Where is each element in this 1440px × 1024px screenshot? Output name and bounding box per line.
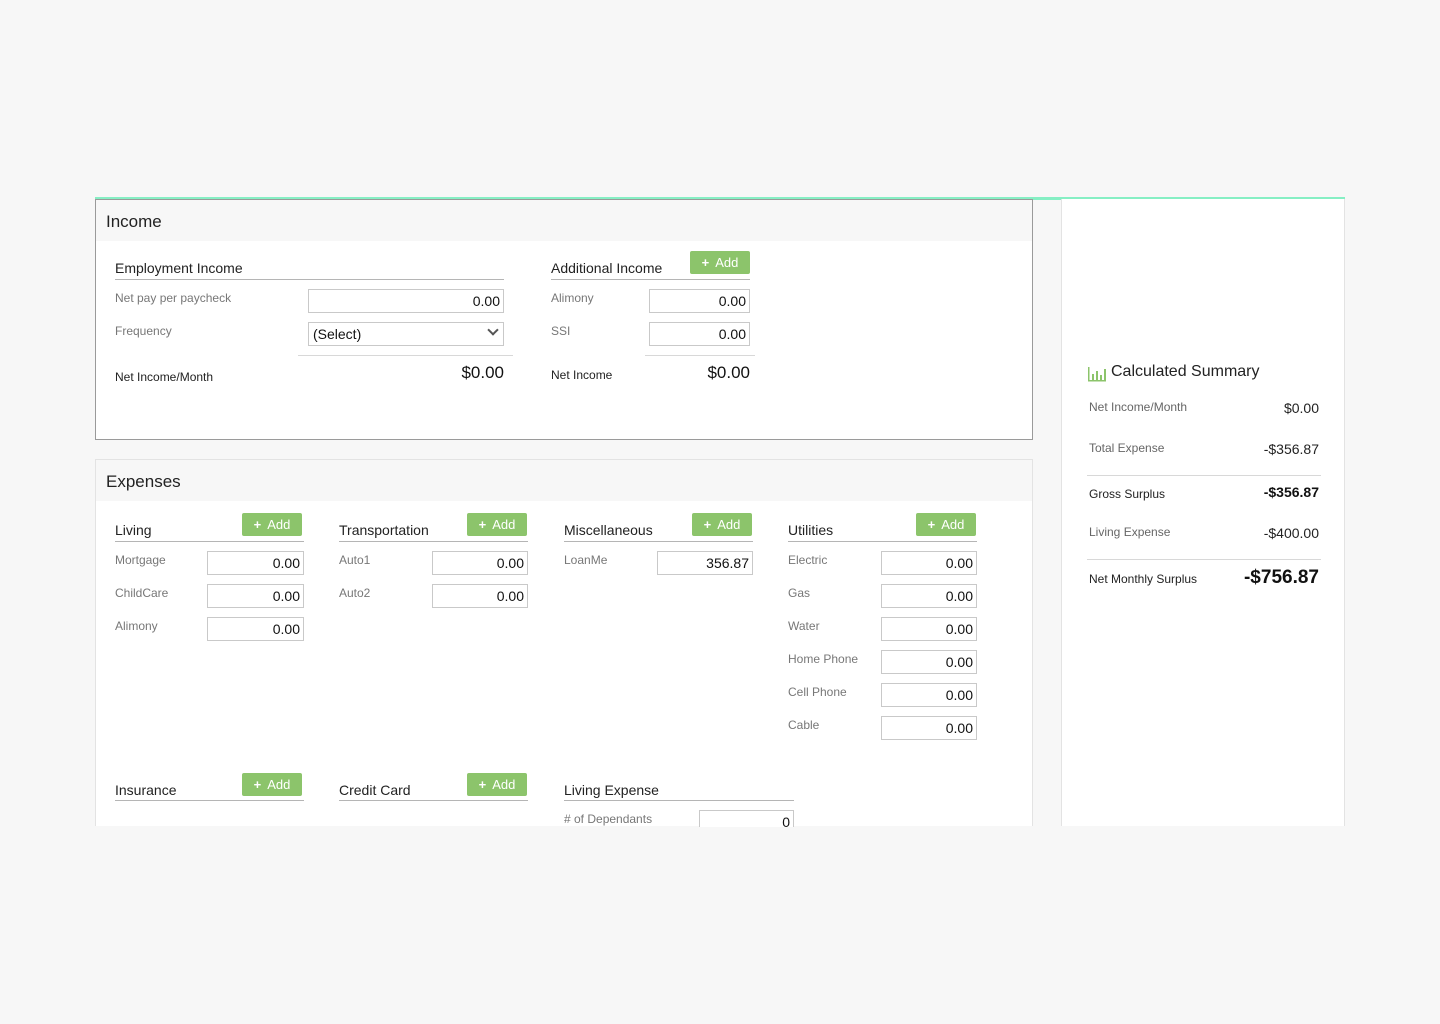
frequency-select-value: (Select) — [313, 326, 362, 342]
add-label: Add — [715, 255, 739, 270]
summary-divider-1 — [1087, 475, 1321, 476]
insurance-title: Insurance — [115, 782, 177, 798]
add-label: Add — [267, 777, 291, 792]
insurance-rule — [115, 800, 304, 801]
summary-net-income-label: Net Income/Month — [1089, 400, 1188, 414]
living-title: Living — [115, 522, 152, 538]
summary-living-expense-value: -$400.00 — [1263, 525, 1319, 541]
additional-income-rule — [551, 279, 750, 280]
income-panel-title: Income — [96, 200, 1032, 241]
summary-total-expense-value: -$356.87 — [1263, 441, 1319, 457]
expenses-panel: Expenses Living + Add Mortgage 0.00 Chil… — [95, 459, 1033, 830]
add-label: Add — [941, 517, 965, 532]
summary-gross-surplus-label: Gross Surplus — [1089, 487, 1166, 501]
cable-input[interactable]: 0.00 — [881, 716, 977, 740]
cable-label: Cable — [788, 718, 820, 732]
auto2-input[interactable]: 0.00 — [432, 584, 528, 608]
employment-income-title: Employment Income — [115, 260, 243, 276]
plus-icon: + — [253, 777, 262, 792]
expenses-panel-title: Expenses — [96, 460, 1032, 501]
gas-input[interactable]: 0.00 — [881, 584, 977, 608]
electric-label: Electric — [788, 553, 828, 567]
add-credit-card-button[interactable]: + Add — [467, 773, 527, 796]
plus-icon: + — [927, 517, 936, 532]
mortgage-label: Mortgage — [115, 553, 166, 567]
alimony-income-input[interactable]: 0.00 — [649, 289, 750, 313]
ssi-income-input[interactable]: 0.00 — [649, 322, 750, 346]
water-label: Water — [788, 619, 820, 633]
frequency-label: Frequency — [115, 324, 172, 338]
add-label: Add — [492, 517, 516, 532]
living-rule — [115, 541, 304, 542]
plus-icon: + — [703, 517, 712, 532]
add-label: Add — [492, 777, 516, 792]
living-expense-title: Living Expense — [564, 782, 659, 798]
net-pay-input[interactable]: 0.00 — [308, 289, 504, 313]
chevron-down-icon — [487, 324, 499, 336]
additional-income-title: Additional Income — [551, 260, 663, 276]
summary-divider-2 — [1087, 559, 1321, 560]
childcare-label: ChildCare — [115, 586, 169, 600]
alimony-expense-input[interactable]: 0.00 — [207, 617, 304, 641]
summary-living-expense-label: Living Expense — [1089, 525, 1171, 539]
plus-icon: + — [478, 517, 487, 532]
gas-label: Gas — [788, 586, 811, 600]
alimony-income-label: Alimony — [551, 291, 594, 305]
utilities-rule — [788, 541, 977, 542]
add-utilities-button[interactable]: + Add — [916, 513, 976, 536]
income-panel: Income Employment Income Net pay per pay… — [95, 199, 1033, 440]
home-phone-label: Home Phone — [788, 652, 859, 666]
summary-total-expense-label: Total Expense — [1089, 441, 1165, 455]
dependants-label: # of Dependants — [564, 812, 653, 826]
loanme-input[interactable]: 356.87 — [657, 551, 753, 575]
summary-title: Calculated Summary — [1111, 363, 1260, 380]
summary-net-monthly-value: -$756.87 — [1243, 567, 1319, 588]
employment-income-rule — [115, 279, 504, 280]
net-income-month-label: Net Income/Month — [115, 370, 214, 384]
add-transportation-button[interactable]: + Add — [467, 513, 527, 536]
summary-panel: Calculated Summary Net Income/Month $0.0… — [1061, 199, 1345, 826]
dependants-input[interactable]: 0 — [699, 810, 794, 830]
plus-icon: + — [701, 255, 710, 270]
add-insurance-button[interactable]: + Add — [242, 773, 302, 796]
net-income-label: Net Income — [551, 368, 613, 382]
summary-gross-surplus-value: -$356.87 — [1263, 484, 1319, 500]
net-pay-label: Net pay per paycheck — [115, 291, 232, 305]
mortgage-input[interactable]: 0.00 — [207, 551, 304, 575]
auto1-input[interactable]: 0.00 — [432, 551, 528, 575]
loanme-label: LoanMe — [564, 553, 608, 567]
add-miscellaneous-button[interactable]: + Add — [692, 513, 752, 536]
plus-icon: + — [478, 777, 487, 792]
add-living-button[interactable]: + Add — [242, 513, 302, 536]
home-phone-input[interactable]: 0.00 — [881, 650, 977, 674]
living-expense-rule — [564, 800, 794, 801]
credit-card-rule — [339, 800, 528, 801]
add-label: Add — [717, 517, 741, 532]
transportation-title: Transportation — [339, 522, 429, 538]
water-input[interactable]: 0.00 — [881, 617, 977, 641]
electric-input[interactable]: 0.00 — [881, 551, 977, 575]
cell-phone-input[interactable]: 0.00 — [881, 683, 977, 707]
add-label: Add — [267, 517, 291, 532]
add-additional-income-button[interactable]: + Add — [690, 251, 750, 274]
employment-total-rule — [298, 355, 513, 356]
miscellaneous-title: Miscellaneous — [564, 522, 653, 538]
plus-icon: + — [253, 517, 262, 532]
utilities-title: Utilities — [788, 522, 834, 538]
auto1-label: Auto1 — [339, 553, 371, 567]
cell-phone-label: Cell Phone — [788, 685, 847, 699]
frequency-select[interactable]: (Select) — [308, 322, 504, 346]
alimony-expense-label: Alimony — [115, 619, 158, 633]
miscellaneous-rule — [564, 541, 753, 542]
additional-total-rule — [645, 355, 755, 356]
credit-card-title: Credit Card — [339, 782, 411, 798]
summary-net-income-value: $0.00 — [1283, 400, 1319, 416]
childcare-input[interactable]: 0.00 — [207, 584, 304, 608]
bar-chart-icon — [1088, 367, 1106, 382]
net-income-month-value: $0.00 — [461, 363, 504, 382]
auto2-label: Auto2 — [339, 586, 371, 600]
ssi-income-label: SSI — [551, 324, 571, 338]
net-income-value: $0.00 — [707, 363, 750, 382]
transportation-rule — [339, 541, 528, 542]
